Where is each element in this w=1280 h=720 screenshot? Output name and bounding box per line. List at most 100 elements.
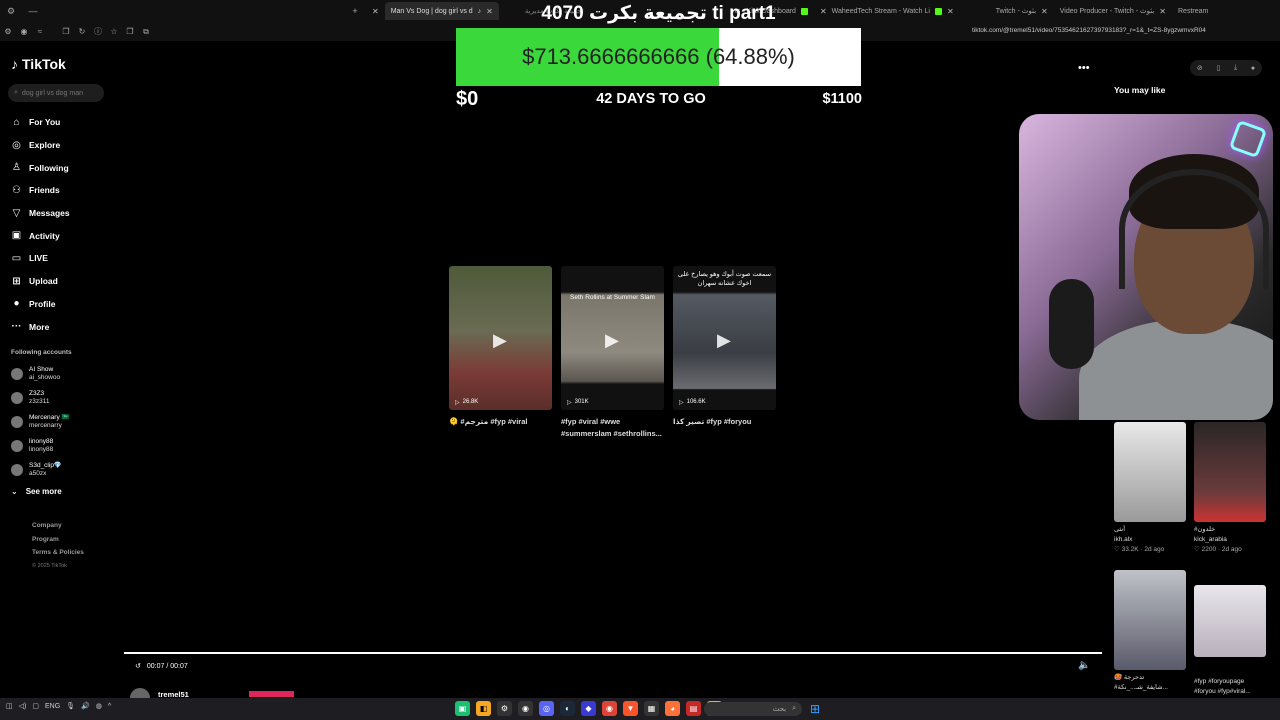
following-account[interactable]: linony88 linony88 [11,434,70,458]
close-icon[interactable]: ✕ [947,7,954,16]
windows-start-icon[interactable]: ⊞ [810,702,820,716]
app-notes-icon[interactable]: ◧ [476,701,491,716]
see-more-button[interactable]: ⌄ See more [11,487,62,496]
video-card[interactable]: ▶ ▷ 26.8K 🫠 #مترجم #fyp #viral [449,266,552,428]
compass-icon[interactable]: ⊘ [1197,64,1203,72]
app-green-icon[interactable]: ▣ [455,701,470,716]
nav-explore[interactable]: ◎ Explore [11,134,121,157]
nav-upload[interactable]: ⊞ Upload [11,270,121,293]
video-thumbnail[interactable] [1114,422,1186,522]
more-options-icon[interactable]: ••• [1078,62,1090,74]
goal-days-left: 42 DAYS TO GO [596,91,706,107]
refresh-icon[interactable]: ↻ [74,27,90,36]
taskbar-search[interactable]: بحث ⌕ [704,702,802,716]
video-thumbnail[interactable] [1194,585,1266,657]
nav-activity[interactable]: ▣ Activity [11,224,121,247]
nav-for-you[interactable]: ⌂ For You [11,111,121,134]
following-account[interactable]: AI Show ai_showoo [11,362,70,386]
replay-icon[interactable]: ↺ [135,662,141,670]
messages-icon: ▽ [12,207,21,219]
app-blue-icon[interactable]: ◆ [581,701,596,716]
browser-menu-icon[interactable]: ⚙ [0,6,22,17]
url-text[interactable]: tiktok.com/@tremel51/video/7535462162739… [972,27,1206,34]
search-input[interactable]: ⌕ dog girl vs dog man [8,84,104,102]
video-description[interactable]: تصير كذا #fyp #foryou [673,416,776,428]
nav-more[interactable]: ··· More [11,315,121,338]
close-icon[interactable]: ✕ [372,7,379,16]
nav-following[interactable]: ♙ Following [11,156,121,179]
mic-icon[interactable]: 🎙 [66,702,75,710]
calculator-icon[interactable]: ▦ [644,701,659,716]
play-icon: ▶ [493,330,507,350]
following-account[interactable]: Z3Z3 z3z311 [11,386,70,410]
nav-profile[interactable]: ● Profile [11,293,121,316]
brave-icon[interactable]: ▼ [623,701,638,716]
discord-icon[interactable]: ◎ [539,701,554,716]
download-icon[interactable]: ⤓ [1234,64,1237,72]
recommended-video[interactable]: 🥵 تدحرجة #شايفة_شـ..._نكة... [1114,570,1186,693]
app-red-icon[interactable]: ▤ [686,701,701,716]
chevron-down-icon: ⌄ [11,487,18,496]
video-progress-bar[interactable] [124,652,1102,654]
obs-icon[interactable]: ◉ [518,701,533,716]
nav-friends[interactable]: ⚇ Friends [11,179,121,202]
star-icon[interactable]: ☆ [106,27,122,36]
nav-messages[interactable]: ▽ Messages [11,202,121,225]
chrome-tray-icon[interactable]: ◍ [96,702,102,710]
video-card[interactable]: سمعت صوت أبوك وهو يصارخ على اخوك عشانه س… [673,266,776,428]
following-account[interactable]: S3d_clip💎 a50zx [11,458,70,482]
firefox-icon[interactable]: ◕ [665,701,680,716]
following-account[interactable]: Mercenary 🇸🇦 mercenarry [11,410,70,434]
kick-icon [934,7,942,15]
profile-icon: ● [13,298,20,310]
footer-link-terms[interactable]: Terms & Policies [32,546,84,560]
live-icon: ▭ [11,252,22,264]
minimize-icon[interactable]: — [22,6,44,16]
nav-live[interactable]: ▭ LIVE [11,247,121,270]
extension-icon[interactable]: ≈ [32,27,48,36]
tab-twitch[interactable]: Twitch - بثوث ✕ [990,2,1054,20]
follow-button[interactable] [249,691,294,697]
volume-icon[interactable]: 🔈 [1078,660,1090,671]
video-thumbnail[interactable]: سمعت صوت أبوك وهو يصارخ على اخوك عشانه س… [673,266,776,410]
tab-restream[interactable]: Restream [1172,2,1214,20]
speaker-icon[interactable]: 🔊 [81,702,90,710]
display-icon[interactable]: ▢ [32,702,39,710]
volume-icon[interactable]: ◁) [19,702,27,710]
play-count-icon: ▷ [567,400,572,406]
avatar[interactable]: ● [1251,65,1255,72]
tiktok-logo[interactable]: ♪ TikTok [11,56,66,72]
bookmark-icon[interactable]: ❒ [122,27,138,36]
settings-icon[interactable]: ⚙ [497,701,512,716]
recommended-video[interactable]: #خلدون kick_arabia ♡ 2200 · 2d ago [1194,422,1266,555]
steam-icon[interactable]: ◐ [560,701,575,716]
recommended-video[interactable]: أنثى ikh.alx ♡ 33.2K · 2d ago [1114,422,1186,555]
sidebar-footer: Company Program Terms & Policies © 2025 … [32,519,84,573]
recommended-video[interactable]: #fyp #foryoupage #foryou #fyp#viral... [1194,585,1266,697]
back-icon[interactable]: ◉ [16,27,32,36]
copy-icon[interactable]: ❐ [58,27,74,36]
video-thumbnail[interactable] [1194,422,1266,522]
video-card[interactable]: Seth Rollins at Summer Slam ▶ ▷ 301K #fyp… [561,266,664,440]
close-icon[interactable]: ✕ [1041,7,1048,16]
share-icon[interactable]: ⧉ [138,27,154,37]
language-indicator[interactable]: ENG [45,703,60,710]
tab-video-producer[interactable]: Video Producer - Twitch - بثوث ✕ [1054,2,1172,20]
video-thumbnail[interactable]: Seth Rollins at Summer Slam ▶ ▷ 301K [561,266,664,410]
video-thumbnail[interactable]: ▶ ▷ 26.8K [449,266,552,410]
video-description[interactable]: 🫠 #مترجم #fyp #viral [449,416,552,428]
network-icon[interactable]: ◫ [6,702,13,710]
footer-link-company[interactable]: Company [32,519,84,533]
new-tab-icon[interactable]: + [344,6,366,16]
video-description[interactable]: #fyp #viral #wwe #summerslam #sethrollin… [561,416,664,440]
tab-close-left[interactable]: ✕ [366,2,385,20]
chevron-up-icon[interactable]: ^ [108,703,111,710]
info-icon[interactable]: ⓘ [90,26,106,37]
top-right-actions: ⊘ ▯ ⤓ ● [1190,60,1262,76]
video-thumbnail[interactable] [1114,570,1186,670]
chrome-icon[interactable]: ◉ [602,701,617,716]
close-icon[interactable]: ✕ [1159,7,1166,16]
footer-link-program[interactable]: Program [32,533,84,547]
device-icon[interactable]: ▯ [1216,64,1220,72]
settings-icon[interactable]: ⚙ [0,27,16,36]
